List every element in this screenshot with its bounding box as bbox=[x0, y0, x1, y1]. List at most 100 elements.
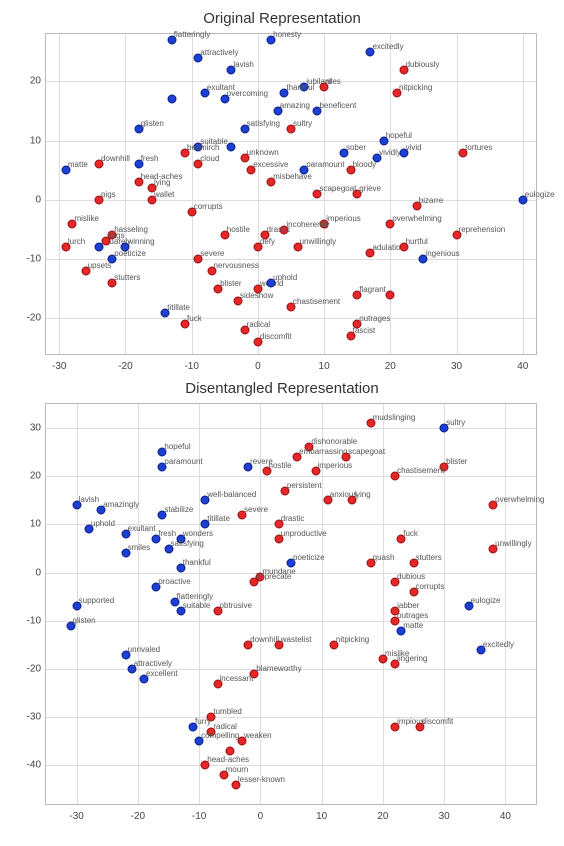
data-point bbox=[476, 645, 485, 654]
point-label: vivid bbox=[406, 143, 422, 152]
point-label: uphold bbox=[273, 273, 297, 282]
data-point bbox=[134, 160, 143, 169]
data-point bbox=[320, 219, 329, 228]
data-point bbox=[227, 65, 236, 74]
data-point bbox=[320, 83, 329, 92]
data-point bbox=[66, 621, 75, 630]
data-point bbox=[373, 154, 382, 163]
data-point bbox=[253, 243, 262, 252]
point-label: head-aches bbox=[141, 172, 183, 181]
point-label: honesty bbox=[273, 30, 301, 39]
data-point bbox=[419, 255, 428, 264]
point-label: poeticize bbox=[293, 553, 325, 562]
data-point bbox=[391, 578, 400, 587]
point-label: wonders bbox=[183, 529, 213, 538]
point-label: hostile bbox=[269, 461, 292, 470]
x-tick: 40 bbox=[500, 811, 511, 822]
point-label: attractively bbox=[134, 659, 172, 668]
data-point bbox=[353, 290, 362, 299]
data-point bbox=[164, 544, 173, 553]
data-point bbox=[97, 506, 106, 515]
data-point bbox=[234, 296, 243, 305]
data-point bbox=[147, 195, 156, 204]
data-point bbox=[181, 148, 190, 157]
point-label: eulogize bbox=[471, 596, 501, 605]
point-label: paramount bbox=[164, 457, 202, 466]
data-point bbox=[240, 326, 249, 335]
data-point bbox=[195, 737, 204, 746]
point-label: proactive bbox=[158, 577, 190, 586]
x-tick: 20 bbox=[377, 811, 388, 822]
data-point bbox=[300, 166, 309, 175]
data-point bbox=[379, 136, 388, 145]
data-point bbox=[187, 207, 196, 216]
point-label: fresh bbox=[141, 154, 159, 163]
point-label: hopeful bbox=[164, 442, 190, 451]
data-point bbox=[181, 320, 190, 329]
data-point bbox=[176, 563, 185, 572]
data-point bbox=[158, 448, 167, 457]
data-point bbox=[287, 124, 296, 133]
chart: Original Representation-30-20-1001020304… bbox=[10, 10, 554, 355]
point-label: unrivaled bbox=[128, 645, 160, 654]
data-point bbox=[452, 231, 461, 240]
point-label: fresh bbox=[158, 529, 176, 538]
y-tick: 10 bbox=[16, 135, 41, 146]
point-label: titillate bbox=[167, 303, 190, 312]
data-point bbox=[167, 35, 176, 44]
point-label: ingenious bbox=[425, 249, 459, 258]
data-point bbox=[81, 267, 90, 276]
data-point bbox=[72, 602, 81, 611]
data-point bbox=[391, 722, 400, 731]
point-label: discomfit bbox=[260, 332, 292, 341]
point-label: excitedly bbox=[372, 42, 403, 51]
point-label: radical bbox=[213, 722, 237, 731]
data-point bbox=[108, 255, 117, 264]
data-point bbox=[366, 47, 375, 56]
point-label: bloody bbox=[353, 160, 377, 169]
point-label: severe bbox=[244, 505, 268, 514]
point-label: unwillingly bbox=[300, 237, 336, 246]
data-point bbox=[280, 225, 289, 234]
data-point bbox=[274, 534, 283, 543]
data-point bbox=[220, 231, 229, 240]
data-point bbox=[121, 549, 130, 558]
point-label: winning bbox=[127, 237, 154, 246]
data-point bbox=[61, 243, 70, 252]
data-point bbox=[293, 453, 302, 462]
y-tick: 20 bbox=[16, 76, 41, 87]
y-tick: -10 bbox=[16, 615, 41, 626]
data-point bbox=[170, 597, 179, 606]
data-point bbox=[244, 462, 253, 471]
point-label: poeticize bbox=[114, 249, 146, 258]
data-point bbox=[287, 302, 296, 311]
data-point bbox=[391, 472, 400, 481]
data-point bbox=[152, 534, 161, 543]
data-point bbox=[84, 525, 93, 534]
x-tick: 40 bbox=[517, 361, 528, 372]
data-point bbox=[311, 467, 320, 476]
point-label: titillate bbox=[207, 514, 230, 523]
y-tick: 20 bbox=[16, 471, 41, 482]
x-tick: 10 bbox=[319, 361, 330, 372]
data-point bbox=[200, 89, 209, 98]
point-label: chastisement bbox=[293, 297, 340, 306]
data-point bbox=[366, 559, 375, 568]
x-tick: -30 bbox=[69, 811, 83, 822]
point-label: hasseling bbox=[114, 225, 148, 234]
data-point bbox=[313, 190, 322, 199]
point-label: grieve bbox=[359, 184, 381, 193]
data-point bbox=[397, 626, 406, 635]
data-point bbox=[94, 195, 103, 204]
data-point bbox=[267, 35, 276, 44]
point-label: blister bbox=[220, 279, 241, 288]
point-label: lurch bbox=[68, 237, 85, 246]
data-point bbox=[167, 95, 176, 104]
point-label: stutters bbox=[416, 553, 442, 562]
data-point bbox=[140, 674, 149, 683]
x-tick: 30 bbox=[439, 811, 450, 822]
point-label: wastelist bbox=[281, 635, 312, 644]
point-label: corrupts bbox=[416, 582, 445, 591]
data-point bbox=[158, 462, 167, 471]
data-point bbox=[194, 142, 203, 151]
